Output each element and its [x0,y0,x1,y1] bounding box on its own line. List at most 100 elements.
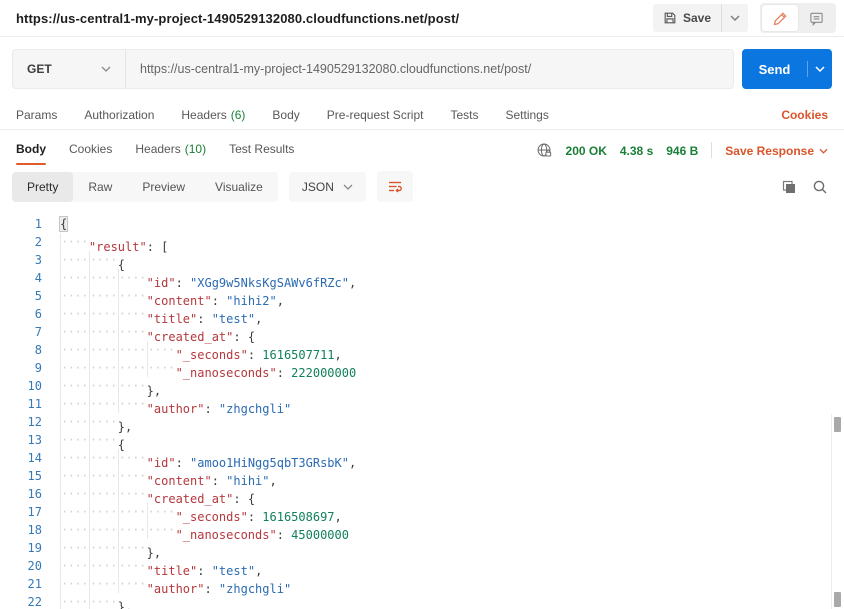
request-tab-settings[interactable]: Settings [506,108,549,122]
response-tab-body[interactable]: Body [16,142,46,165]
indent-guide: ···· [60,251,89,269]
view-mode-visualize[interactable]: Visualize [200,172,278,202]
code-line: 11············"author": "zhgchgli" [0,395,844,413]
view-mode-pretty[interactable]: Pretty [12,172,73,202]
tab-label: Headers [135,142,180,156]
line-number: 16 [0,485,42,503]
indent-guide: ···· [147,341,176,359]
tab-label: Body [272,108,299,122]
scrollbar-track[interactable] [831,414,844,609]
line-content: ············"id": "XGg9w5NksKgSAWv6fRZc"… [60,269,356,287]
method-select[interactable]: GET [13,50,125,88]
copy-icon [781,179,797,195]
tab-label: Params [16,108,57,122]
view-mode-raw[interactable]: Raw [73,172,127,202]
json-string: "zhgchgli" [219,402,291,416]
line-number: 14 [0,449,42,467]
request-title: https://us-central1-my-project-149052913… [16,11,459,26]
line-content: ········}, [60,593,132,609]
documentation-edit-button[interactable] [762,5,798,31]
request-tab-pre-request-script[interactable]: Pre-request Script [327,108,424,122]
tab-label: Pre-request Script [327,108,424,122]
view-mode-switcher: PrettyRawPreviewVisualize [12,172,278,202]
indent-guide: ···· [60,521,89,539]
response-header: Body Cookies Headers(10) Test Results 200 O… [0,130,844,164]
indent-guide: ···· [60,449,89,467]
scrollbar-thumb[interactable] [834,417,841,432]
code-line: 14············"id": "amoo1HiNgg5qbT3GRsb… [0,449,844,467]
json-punctuation: , [349,456,356,470]
code-lines: 1{2····"result": [3········{4···········… [0,215,844,609]
line-content: ················"_seconds": 1616508697, [60,503,342,521]
language-label: JSON [302,180,334,194]
response-tab-test-results[interactable]: Test Results [229,142,294,165]
response-tab-cookies[interactable]: Cookies [69,142,112,165]
json-punctuation: , [270,474,277,488]
json-punctuation: , [277,294,284,308]
line-content: ················"_nanoseconds": 22200000… [60,359,356,377]
code-line: 15············"content": "hihi", [0,467,844,485]
json-punctuation: : [204,582,218,596]
indent-guide: ···· [118,467,147,485]
url-box: GET https://us-central1-my-project-14905… [12,49,734,89]
indent-guide: ···· [60,233,89,251]
json-number: 45000000 [291,528,349,542]
code-line: 22 ········}, [0,593,844,609]
viewer-actions [781,179,828,195]
code-line: 21············"author": "zhgchgli" [0,575,844,593]
line-number: 8 [0,341,42,359]
meta-divider [711,142,712,158]
indent-guide: ···· [89,431,118,449]
request-tab-tests[interactable]: Tests [450,108,478,122]
line-number: 22 [0,593,42,609]
search-button[interactable] [812,179,828,195]
indent-guide: ···· [60,431,89,449]
url-input[interactable]: https://us-central1-my-project-149052913… [126,62,545,76]
view-mode-preview[interactable]: Preview [127,172,200,202]
save-response-button[interactable]: Save Response [725,144,828,158]
indent-guide: ···· [89,593,118,609]
response-tabs: Body Cookies Headers(10) Test Results [16,142,294,165]
send-options-button[interactable] [808,49,832,89]
indent-guide: ···· [60,413,89,431]
pencil-icon [773,11,788,26]
scrollbar-thumb[interactable] [834,592,841,607]
save-options-button[interactable] [722,15,748,21]
save-button[interactable]: Save [653,11,721,25]
request-tab-headers[interactable]: Headers(6) [181,108,245,122]
tab-label: Cookies [69,142,112,156]
indent-guide: ···· [118,575,147,593]
indent-guide: ···· [89,557,118,575]
top-bar-actions: Save [653,3,836,33]
request-tab-body[interactable]: Body [272,108,299,122]
cookies-link[interactable]: Cookies [781,108,828,122]
response-body-viewer[interactable]: 1{2····"result": [3········{4···········… [0,209,844,609]
response-tab-headers[interactable]: Headers(10) [135,142,206,165]
line-content: ············"content": "hihi", [60,467,277,485]
copy-button[interactable] [781,179,797,195]
indent-guide: ···· [60,557,89,575]
line-number: 2 [0,233,42,251]
request-tab-authorization[interactable]: Authorization [84,108,154,122]
indent-guide: ···· [118,377,147,395]
language-select[interactable]: JSON [289,172,366,202]
send-button[interactable]: Send [742,49,807,89]
comments-button[interactable] [798,5,834,31]
indent-guide: ···· [89,413,118,431]
comment-icon [809,11,824,26]
code-line: 19············}, [0,539,844,557]
code-line: 2····"result": [ [0,233,844,251]
indent-guide: ···· [118,359,147,377]
chevron-down-icon [101,66,111,72]
indent-guide: ···· [60,395,89,413]
indent-guide: ···· [60,377,89,395]
line-content: ············"created_at": { [60,323,255,341]
indent-guide: ···· [60,539,89,557]
indent-guide: ···· [118,557,147,575]
response-status: 200 OK [566,144,607,158]
line-content: ········}, [60,413,132,431]
indent-guide: ···· [60,287,89,305]
indent-guide: ···· [118,521,147,539]
request-tab-params[interactable]: Params [16,108,57,122]
wrap-lines-button[interactable] [377,171,413,202]
